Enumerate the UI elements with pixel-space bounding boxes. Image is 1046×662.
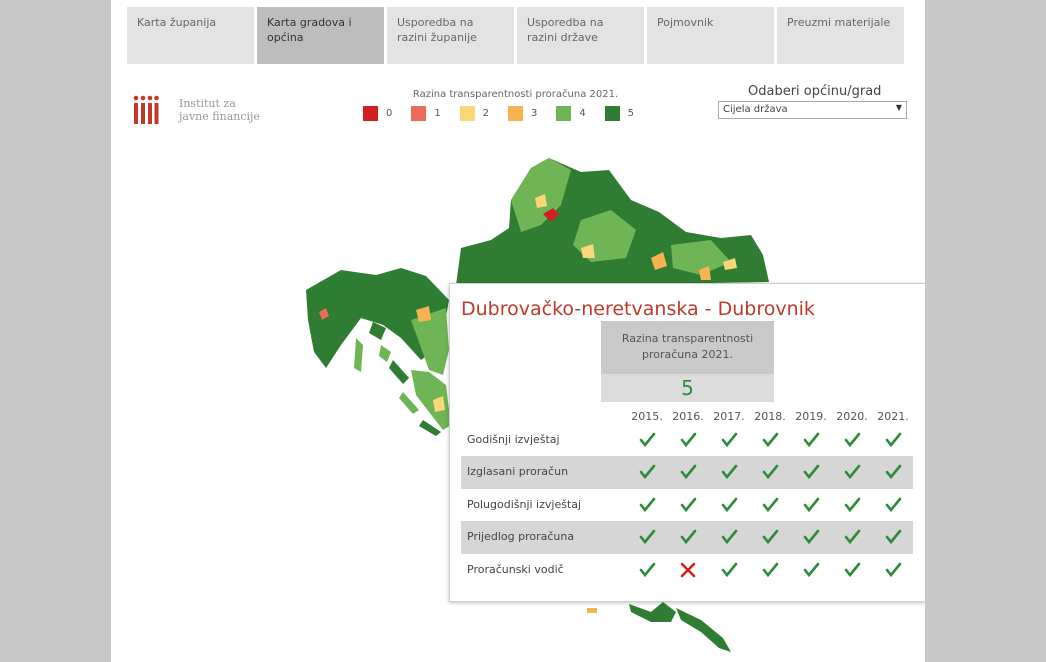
check-icon xyxy=(844,562,861,578)
check-icon xyxy=(762,529,779,545)
cross-icon xyxy=(680,562,696,578)
document-row: Polugodišnji izvještaj xyxy=(461,489,913,522)
document-row-label: Izglasani proračun xyxy=(467,465,569,478)
year-header: 2016. xyxy=(672,410,704,423)
check-icon xyxy=(721,562,738,578)
check-icon xyxy=(844,497,861,513)
check-icon xyxy=(762,497,779,513)
document-row-label: Godišnji izvještaj xyxy=(467,433,560,446)
map-region-island-pag[interactable] xyxy=(389,360,409,384)
check-icon xyxy=(639,562,656,578)
tooltip-title: Dubrovačko-neretvanska - Dubrovnik xyxy=(461,298,815,320)
check-icon xyxy=(680,432,697,448)
transparency-level-header-line-2: proračuna 2021. xyxy=(642,348,733,361)
dashboard-page: Karta županija Karta gradova i općina Uspo… xyxy=(111,0,925,662)
map-region-small[interactable] xyxy=(587,608,597,613)
map-region-peljesac[interactable] xyxy=(629,602,676,622)
check-icon xyxy=(803,432,820,448)
check-icon xyxy=(844,432,861,448)
check-icon xyxy=(721,497,738,513)
check-icon xyxy=(803,464,820,480)
municipality-tooltip: Dubrovačko-neretvanska - Dubrovnik Razin… xyxy=(449,283,925,602)
document-row-label: Proračunski vodič xyxy=(467,563,564,576)
check-icon xyxy=(885,529,902,545)
map-region-dubrovnik[interactable] xyxy=(676,608,731,652)
transparency-level-value: 5 xyxy=(601,374,774,402)
transparency-level-header-line-1: Razina transparentnosti xyxy=(621,332,754,345)
year-header: 2015. xyxy=(631,410,663,423)
check-icon xyxy=(721,464,738,480)
check-icon xyxy=(803,562,820,578)
document-row-label: Polugodišnji izvještaj xyxy=(467,498,582,511)
year-header: 2020. xyxy=(836,410,868,423)
check-icon xyxy=(885,432,902,448)
check-icon xyxy=(762,432,779,448)
document-row: Prijedlog proračuna xyxy=(461,521,913,554)
check-icon xyxy=(680,464,697,480)
check-icon xyxy=(885,497,902,513)
map-region-dalmatia[interactable] xyxy=(411,370,451,430)
document-row: Izglasani proračun xyxy=(461,456,913,489)
year-header: 2018. xyxy=(754,410,786,423)
check-icon xyxy=(803,497,820,513)
year-header: 2017. xyxy=(713,410,745,423)
check-icon xyxy=(639,432,656,448)
document-row: Godišnji izvještaj xyxy=(461,424,913,457)
check-icon xyxy=(803,529,820,545)
check-icon xyxy=(680,529,697,545)
check-icon xyxy=(721,432,738,448)
check-icon xyxy=(885,562,902,578)
check-icon xyxy=(639,497,656,513)
document-row: Proračunski vodič xyxy=(461,554,913,587)
check-icon xyxy=(885,464,902,480)
check-icon xyxy=(721,529,738,545)
check-icon xyxy=(844,464,861,480)
map-region-island-rab[interactable] xyxy=(379,345,391,362)
year-header: 2021. xyxy=(877,410,909,423)
year-header: 2019. xyxy=(795,410,827,423)
transparency-level-header: Razina transparentnosti proračuna 2021. xyxy=(601,321,774,374)
check-icon xyxy=(762,562,779,578)
check-icon xyxy=(639,529,656,545)
check-icon xyxy=(844,529,861,545)
check-icon xyxy=(762,464,779,480)
check-icon xyxy=(639,464,656,480)
check-icon xyxy=(680,497,697,513)
map-region-island-cres[interactable] xyxy=(354,338,363,372)
map-region-island-dugi[interactable] xyxy=(399,392,419,414)
document-row-label: Prijedlog proračuna xyxy=(467,530,575,543)
